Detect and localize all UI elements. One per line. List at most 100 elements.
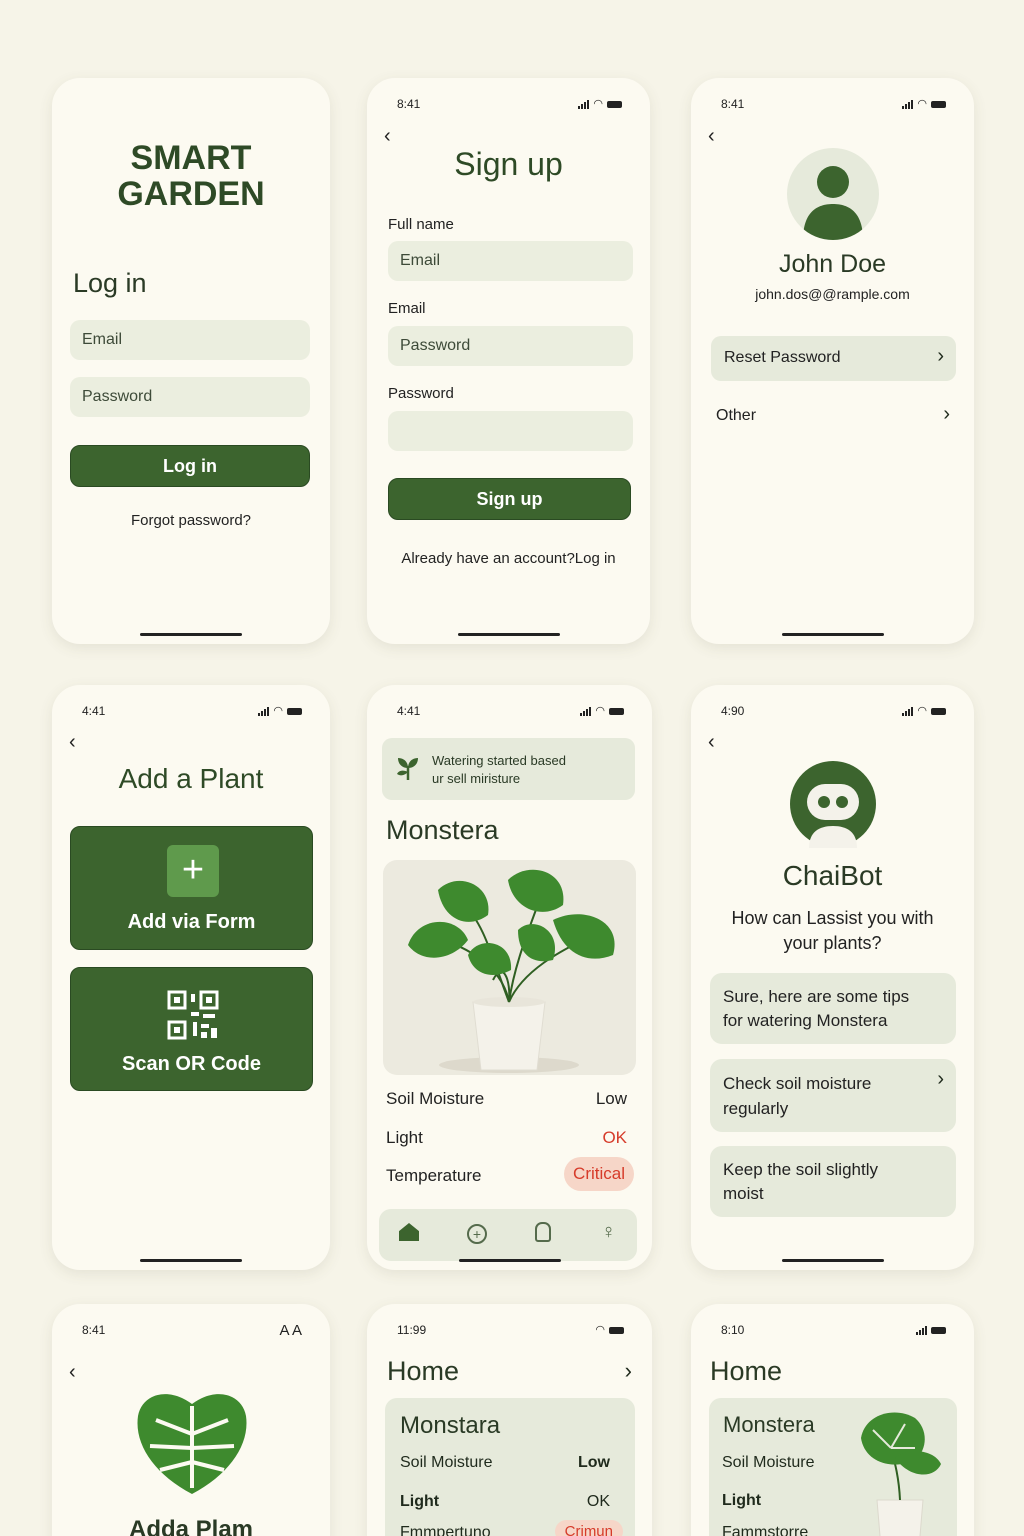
reset-password-item[interactable]: Reset Password ›: [711, 336, 956, 381]
status-icons: ◠: [902, 705, 946, 717]
monstera-leaf-icon: [137, 1394, 247, 1494]
back-icon[interactable]: ‹: [384, 126, 391, 146]
add-via-form-button[interactable]: + Add via Form: [70, 826, 313, 950]
bag-icon[interactable]: [535, 1222, 551, 1242]
home-indicator: [457, 633, 560, 636]
status-bar: 8:41 A A: [82, 1322, 302, 1339]
plant-card[interactable]: Monstara Soil Moisture Low Light OK Fmmp…: [385, 1398, 635, 1536]
battery-icon: [609, 707, 624, 715]
status-bar: 4:41 ◠: [397, 703, 624, 719]
battery-icon: [287, 707, 302, 715]
chat-message[interactable]: Keep the soil slightly moist: [710, 1146, 956, 1217]
status-time: 4:41: [82, 704, 106, 718]
brand-line-1: SMART: [130, 139, 252, 177]
plant-photo: [383, 860, 636, 1075]
chatbot-screen: 4:90 ◠ ‹ ChaiBot How can Lassist you wit…: [691, 685, 974, 1270]
light-value: OK: [602, 1128, 627, 1147]
signal-icon: [258, 706, 270, 716]
full-name-label: Full name: [388, 216, 454, 233]
add-plant-screen: 4:41 ◠ ‹ Add a Plant + Add via Form Scan…: [52, 685, 330, 1270]
login-screen: SMART GARDEN Log in Email Password Log i…: [52, 78, 330, 644]
signup-title: Sign up: [454, 146, 563, 182]
sensor-icon[interactable]: ♀: [601, 1221, 616, 1244]
battery-icon: [609, 1326, 624, 1334]
watering-banner[interactable]: Watering started based ur sell miristure: [382, 738, 635, 800]
add-plant-alt-screen: 8:41 A A ‹ Adda Plam: [52, 1304, 330, 1536]
light-label: Light: [722, 1492, 762, 1509]
signup-button[interactable]: Sign up: [388, 478, 631, 520]
plant-sprout-icon: [397, 758, 418, 780]
add-via-form-label: Add via Form: [127, 911, 256, 933]
other-item[interactable]: Other ›: [711, 398, 956, 434]
bottom-nav: + ♀: [379, 1209, 637, 1261]
full-name-input[interactable]: Email: [388, 241, 633, 281]
email-input[interactable]: Email: [70, 320, 310, 360]
card-title: Monstera: [723, 1412, 815, 1437]
avatar: [787, 148, 879, 240]
email-input[interactable]: Password: [388, 326, 633, 366]
signal-icon: [916, 1325, 927, 1335]
home-title: Home: [710, 1356, 783, 1386]
wifi-icon: ◠: [917, 97, 927, 110]
back-icon[interactable]: ‹: [69, 1362, 76, 1382]
scan-qr-button[interactable]: Scan OR Code: [70, 967, 313, 1091]
message-line: for watering Monstera: [723, 1011, 888, 1030]
status-time: 8:41: [397, 97, 421, 111]
password-input[interactable]: Password: [70, 377, 310, 417]
message-line: Sure, here are some tips: [723, 987, 910, 1006]
chat-message[interactable]: Sure, here are some tips for watering Mo…: [710, 973, 956, 1044]
home-indicator: [458, 1259, 561, 1262]
wifi-icon: ◠: [593, 97, 603, 110]
home-indicator: [140, 1259, 242, 1262]
login-button[interactable]: Log in: [70, 445, 310, 487]
login-title: Log in: [73, 268, 147, 298]
forgot-password-link[interactable]: Forgot password?: [52, 512, 330, 529]
temperature-label: Fammstorre: [722, 1524, 809, 1536]
profile-name: John Doe: [778, 250, 887, 278]
password-input[interactable]: [388, 411, 633, 451]
bot-question: How can Lassist you with your plants?: [691, 906, 974, 956]
back-icon[interactable]: ‹: [708, 732, 715, 752]
status-bar: 8:41 ◠: [397, 96, 622, 112]
status-icons: [916, 1325, 946, 1335]
status-time: 8:41: [82, 1323, 106, 1337]
qr-code-icon: [167, 990, 219, 1040]
status-time: 4:90: [721, 704, 745, 718]
light-label: Light: [386, 1128, 423, 1147]
home-title: Home: [387, 1356, 460, 1386]
add-circle-icon[interactable]: +: [467, 1224, 487, 1244]
status-time: 11:99: [397, 1323, 427, 1337]
home-icon[interactable]: [399, 1223, 419, 1241]
wifi-icon: ◠: [595, 1323, 605, 1336]
message-line: Keep the soil slightly: [723, 1160, 878, 1179]
email-label: Email: [388, 300, 426, 317]
banner-line-2: ur sell miristure: [432, 771, 521, 786]
back-icon[interactable]: ‹: [708, 126, 715, 146]
status-time: 8:10: [721, 1323, 745, 1337]
status-icons: ◠: [902, 97, 946, 110]
add-plant-title: Add a Plant: [118, 763, 264, 794]
login-link[interactable]: Already have an account?Log in: [367, 550, 650, 567]
password-label: Password: [388, 385, 454, 402]
back-icon[interactable]: ‹: [69, 732, 76, 752]
plant-card[interactable]: Monstera Soil Moisture Light Fammstorre: [709, 1398, 957, 1536]
plant-thumbnail: [861, 1412, 941, 1536]
scan-qr-label: Scan OR Code: [122, 1053, 261, 1075]
light-value: OK: [586, 1493, 610, 1510]
chevron-right-icon: ›: [937, 345, 944, 367]
banner-line-1: Watering started based: [432, 753, 566, 768]
light-label: Light: [400, 1493, 440, 1510]
critical-badge: Critical: [564, 1157, 634, 1191]
plant-detail-screen: 4:41 ◠ Watering started based ur sell mi…: [367, 685, 652, 1270]
chat-message[interactable]: Check soil moisture regularly ›: [710, 1059, 956, 1132]
text-size-control[interactable]: A A: [279, 1322, 302, 1339]
profile-email: john.dos@@rample.com: [755, 286, 910, 302]
status-bar: 4:90 ◠: [721, 703, 946, 719]
status-bar: 8:41 ◠: [721, 96, 946, 112]
chevron-right-icon[interactable]: ›: [625, 1358, 632, 1384]
signal-icon: [902, 706, 914, 716]
message-line: moist: [723, 1184, 764, 1203]
critical-badge: Crimun: [554, 1520, 623, 1536]
status-icons: ◠: [578, 97, 622, 110]
plant-name: Monstera: [386, 815, 499, 845]
